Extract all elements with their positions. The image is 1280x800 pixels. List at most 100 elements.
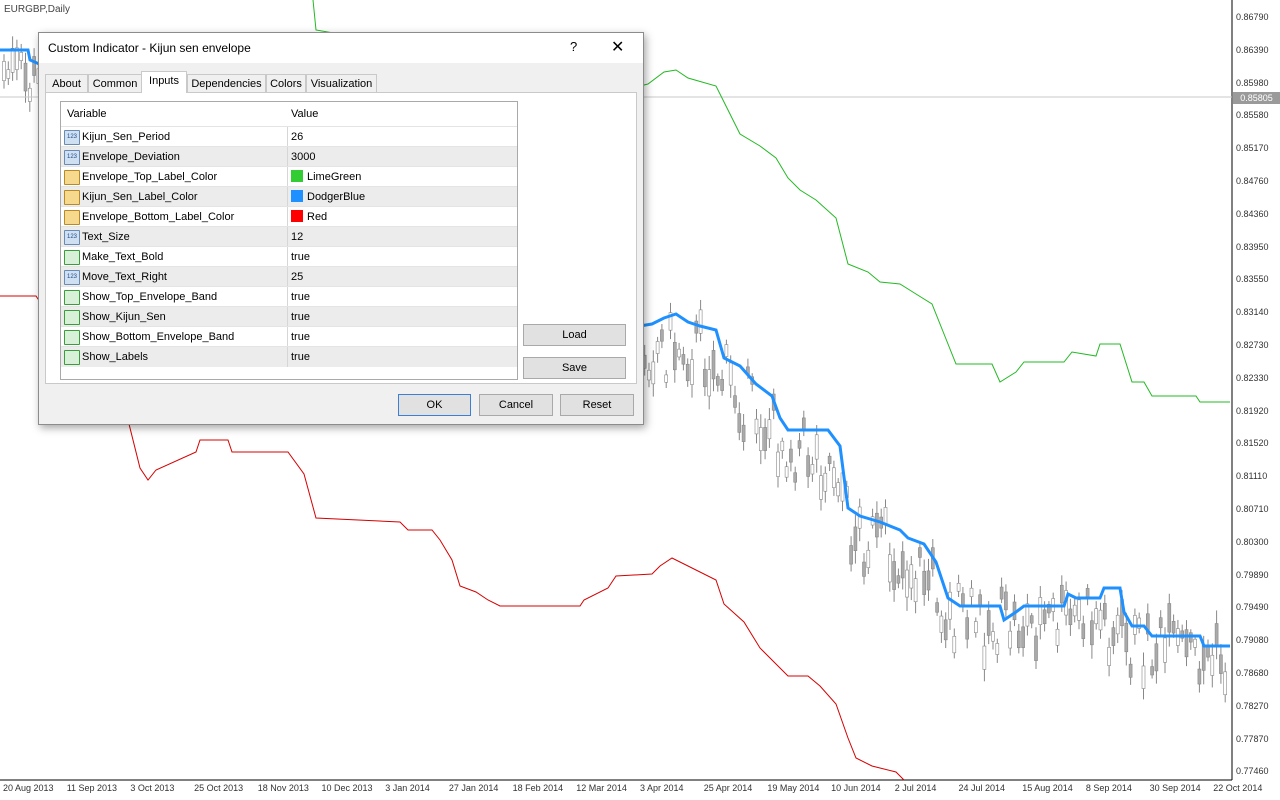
column-value: Value (291, 108, 319, 120)
cancel-button[interactable]: Cancel (479, 394, 553, 416)
custom-indicator-dialog: Custom Indicator - Kijun sen envelope ? … (38, 32, 644, 425)
load-button[interactable]: Load (523, 324, 626, 346)
candle (909, 564, 914, 589)
candle (1042, 609, 1047, 625)
date-tick-label: 10 Dec 2013 (321, 783, 373, 793)
table-row[interactable]: Make_Text_Bold true (61, 246, 517, 267)
table-row[interactable]: Show_Kijun_Sen true (61, 306, 517, 327)
date-tick-label: 18 Feb 2014 (512, 783, 564, 793)
color-swatch[interactable] (291, 170, 303, 182)
price-tick-label: 0.81520 (1236, 438, 1269, 449)
bool-param-icon (64, 290, 80, 305)
candle (922, 570, 927, 595)
candle (905, 569, 909, 598)
numeric-param-icon: 123 (64, 230, 80, 245)
candle (1197, 668, 1202, 685)
candle (763, 427, 767, 451)
candle (690, 359, 694, 385)
bool-param-icon (64, 310, 80, 325)
variable-value[interactable]: 3000 (291, 151, 315, 163)
candle (1141, 665, 1146, 689)
price-tick-label: 0.82730 (1236, 340, 1269, 350)
tab-about[interactable]: About (45, 74, 88, 94)
candle (999, 586, 1004, 600)
candle (19, 52, 24, 61)
save-button[interactable]: Save (523, 357, 626, 379)
variable-value[interactable]: true (291, 311, 310, 323)
date-tick-label: 18 Nov 2013 (257, 783, 309, 793)
tab-common[interactable]: Common (88, 74, 142, 94)
tab-inputs[interactable]: Inputs (141, 71, 187, 93)
table-row[interactable]: 123 Text_Size 12 (61, 226, 517, 247)
candle (1124, 622, 1129, 653)
candle (1150, 666, 1154, 676)
candle (685, 363, 690, 382)
candle (900, 551, 905, 579)
variable-name: Envelope_Bottom_Label_Color (82, 211, 235, 223)
candle (1111, 627, 1116, 646)
candle (789, 448, 793, 463)
date-tick-label: 3 Apr 2014 (640, 783, 684, 793)
price-tick-label: 0.80300 (1236, 536, 1269, 547)
candle (711, 350, 716, 380)
candle (862, 561, 866, 577)
dialog-title: Custom Indicator - Kijun sen envelope (48, 41, 251, 55)
variable-name: Kijun_Sen_Label_Color (82, 191, 198, 203)
ok-button[interactable]: OK (398, 394, 471, 416)
date-tick-label: 25 Apr 2014 (703, 783, 753, 793)
candle (737, 413, 742, 433)
candle (767, 419, 772, 440)
tab-visualization[interactable]: Visualization (306, 74, 377, 94)
candle (1154, 643, 1159, 672)
table-row[interactable]: Show_Top_Envelope_Band true (61, 286, 517, 307)
candle (1201, 644, 1206, 671)
variable-value[interactable]: true (291, 291, 310, 303)
variable-value[interactable]: Red (307, 211, 327, 223)
variable-value[interactable]: true (291, 351, 310, 363)
color-swatch[interactable] (291, 210, 303, 222)
price-tick-label: 0.79490 (1236, 602, 1269, 613)
date-tick-label: 20 Aug 2013 (3, 783, 54, 793)
candle (1060, 584, 1064, 604)
candle (1103, 603, 1107, 620)
color-swatch[interactable] (291, 190, 303, 202)
table-row[interactable]: 123 Envelope_Deviation 3000 (61, 146, 517, 167)
candle (982, 645, 987, 670)
help-icon[interactable]: ? (570, 39, 577, 54)
table-row[interactable]: Show_Bottom_Envelope_Band true (61, 326, 517, 347)
table-row[interactable]: Envelope_Bottom_Label_Color Red (61, 206, 517, 227)
date-tick-label: 30 Sep 2014 (1149, 783, 1201, 793)
price-tick-label: 0.83550 (1236, 274, 1269, 285)
date-tick-label: 15 Aug 2014 (1022, 783, 1073, 793)
variable-value[interactable]: LimeGreen (307, 171, 361, 183)
candle (664, 374, 669, 383)
table-row[interactable]: Show_Labels true (61, 346, 517, 367)
current-price-marker: 0.85805 (1233, 92, 1280, 104)
date-tick-label: 11 Sep 2013 (66, 783, 118, 793)
tab-dependencies[interactable]: Dependencies (187, 74, 266, 94)
candle (741, 424, 746, 442)
variable-value[interactable]: 25 (291, 271, 303, 283)
candle (823, 472, 828, 492)
candle (733, 395, 737, 408)
variable-value[interactable]: 12 (291, 231, 303, 243)
table-row[interactable]: Envelope_Top_Label_Color LimeGreen (61, 166, 517, 187)
variable-value[interactable]: DodgerBlue (307, 191, 365, 203)
variable-value[interactable]: true (291, 331, 310, 343)
variable-value[interactable]: true (291, 251, 310, 263)
table-row[interactable]: Kijun_Sen_Label_Color DodgerBlue (61, 186, 517, 207)
candle (1223, 671, 1227, 696)
candle (715, 376, 720, 386)
table-row[interactable]: 123 Move_Text_Right 25 (61, 266, 517, 287)
table-row[interactable]: 123 Kijun_Sen_Period 26 (61, 126, 517, 147)
price-tick-label: 0.84760 (1236, 176, 1269, 186)
candle (2, 61, 6, 82)
color-param-icon (64, 190, 80, 205)
date-tick-label: 8 Sep 2014 (1085, 783, 1132, 793)
variable-value[interactable]: 26 (291, 131, 303, 143)
candle (956, 582, 961, 592)
close-icon[interactable]: ✕ (611, 37, 624, 57)
price-tick-label: 0.83140 (1236, 307, 1269, 318)
reset-button[interactable]: Reset (560, 394, 634, 416)
tab-colors[interactable]: Colors (266, 74, 306, 94)
